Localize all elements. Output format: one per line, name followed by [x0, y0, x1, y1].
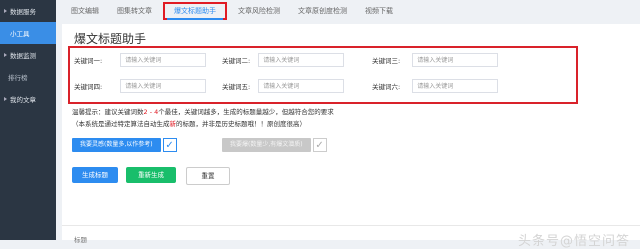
- sidebar-item-data-monitor[interactable]: 数据监测: [0, 44, 56, 66]
- keyword-field-3: 关键词三: 请输入关键词: [372, 53, 499, 67]
- result-column-header: 标题: [74, 236, 87, 244]
- sidebar-item-ranking[interactable]: 排行榜: [0, 66, 56, 88]
- chevron-right-icon: [4, 53, 7, 57]
- tab-risk-check[interactable]: 文章风险检测: [229, 2, 289, 20]
- keyword-label: 关键词二:: [222, 57, 251, 65]
- keyword-field-5: 关键词五: 请输入关键词: [222, 79, 345, 93]
- keyword-field-6: 关键词六: 请输入关键词: [372, 79, 499, 93]
- tab-title-assistant[interactable]: 爆文标题助手: [163, 2, 227, 20]
- keyword-input[interactable]: 请输入关键词: [120, 53, 207, 67]
- sidebar-item-data-service[interactable]: 数据服务: [0, 0, 56, 22]
- option-inspiration[interactable]: 我要灵感(数量多,以作参考) ✓: [72, 138, 177, 152]
- page-title: 爆文标题助手: [74, 32, 147, 46]
- tab-originality-check[interactable]: 文章原创度检测: [289, 2, 356, 20]
- keyword-label: 关键词四:: [74, 83, 103, 91]
- chevron-right-icon: [4, 9, 7, 13]
- tip-text-part: 的标题，并非是历史标题哦！！原创度很高）: [176, 120, 306, 128]
- divider: [62, 225, 640, 226]
- tip-note: （本系统是通过特定算法自动生成新的标题，并非是历史标题哦！！原创度很高）: [72, 118, 306, 128]
- sidebar-item-label: 排行榜: [8, 74, 28, 82]
- reset-button[interactable]: 重置: [186, 167, 230, 185]
- option-label: 我要灵感(数量多,以作参考): [72, 138, 161, 152]
- keyword-input[interactable]: 请输入关键词: [258, 53, 345, 67]
- keyword-label: 关键词三:: [372, 57, 401, 65]
- tip-text-part: （本系统是通过特定算法自动生成: [72, 120, 170, 128]
- option-viral[interactable]: 我要爆(数量少,有爆文潜质) ✓: [222, 138, 327, 152]
- option-label: 我要爆(数量少,有爆文潜质): [222, 138, 311, 152]
- sidebar-item-label: 数据服务: [10, 8, 36, 16]
- checkmark-icon[interactable]: ✓: [162, 138, 177, 152]
- keyword-field-2: 关键词二: 请输入关键词: [222, 53, 345, 67]
- sidebar-item-label: 数据监测: [10, 52, 36, 60]
- tool-tabs: 图文编辑 图集转文章 爆文标题助手 文章风险检测 文章原创度检测 视频下载: [62, 0, 640, 22]
- keyword-input[interactable]: 请输入关键词: [258, 79, 345, 93]
- sidebar-item-my-articles[interactable]: 我的文章: [0, 88, 56, 110]
- tab-gallery-to-article[interactable]: 图集转文章: [108, 2, 161, 20]
- generate-title-button[interactable]: 生成标题: [72, 167, 118, 183]
- keyword-label: 关键词六:: [372, 83, 401, 91]
- keyword-field-1: 关键词一: 请输入关键词: [74, 53, 207, 67]
- sidebar-item-tools[interactable]: 小工具: [0, 22, 56, 44]
- chevron-right-icon: [4, 97, 7, 101]
- tip-text-part: 个最佳，关键词越多，生成的标题量越少，但越符合您的要求: [158, 108, 334, 116]
- keyword-input[interactable]: 请输入关键词: [412, 53, 499, 67]
- regenerate-button[interactable]: 重新生成: [126, 167, 176, 183]
- tab-video-download[interactable]: 视频下载: [356, 2, 402, 20]
- tab-image-edit[interactable]: 图文编辑: [62, 2, 108, 20]
- keyword-field-4: 关键词四: 请输入关键词: [74, 79, 207, 93]
- keyword-input[interactable]: 请输入关键词: [120, 79, 207, 93]
- sidebar: 数据服务 小工具 数据监测 排行榜 我的文章: [0, 0, 56, 240]
- sidebar-item-label: 小工具: [10, 30, 30, 38]
- main-panel: 爆文标题助手 关键词一: 请输入关键词 关键词二: 请输入关键词 关键词三: 请…: [62, 24, 640, 249]
- tip-text-part: 温馨提示：建议关键词数: [72, 108, 144, 116]
- tip-highlight: 2 - 4: [143, 108, 159, 116]
- sidebar-item-label: 我的文章: [10, 96, 36, 104]
- keyword-input[interactable]: 请输入关键词: [412, 79, 499, 93]
- keyword-label: 关键词五:: [222, 83, 251, 91]
- tip-text: 温馨提示：建议关键词数2 - 4个最佳，关键词越多，生成的标题量越少，但越符合您…: [72, 106, 334, 116]
- checkmark-icon[interactable]: ✓: [312, 138, 327, 152]
- keyword-label: 关键词一:: [74, 57, 103, 65]
